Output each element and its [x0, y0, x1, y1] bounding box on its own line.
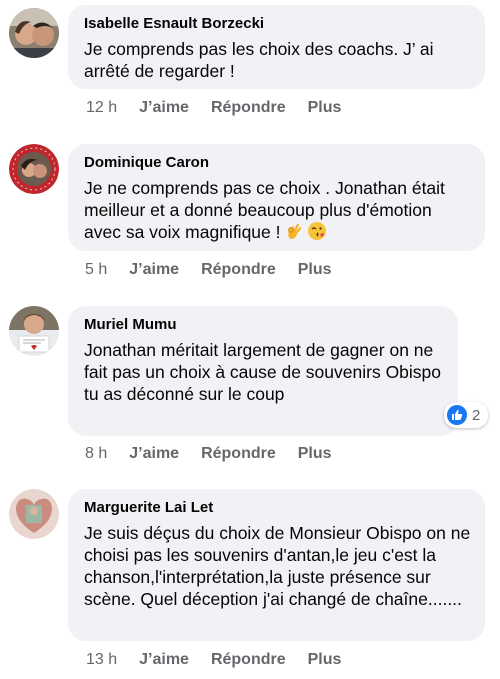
comment-text: Je suis déçus du choix de Monsieur Obisp…	[84, 523, 471, 609]
comment-text: Je ne comprends pas ce choix . Jonathan …	[84, 177, 471, 243]
more-button[interactable]: Plus	[308, 650, 342, 670]
avatar[interactable]	[9, 144, 59, 194]
avatar-photo	[9, 144, 59, 194]
author-name[interactable]: Marguerite Lai Let	[84, 499, 471, 517]
comment-actions: 8 h J’aime Répondre Plus	[85, 444, 332, 464]
comment-bubble: Marguerite Lai Let Je suis déçus du choi…	[68, 489, 485, 641]
reply-button[interactable]: Répondre	[201, 444, 276, 464]
ok-hand-icon	[287, 223, 301, 239]
author-name[interactable]: Muriel Mumu	[84, 316, 444, 334]
author-name[interactable]: Isabelle Esnault Borzecki	[84, 15, 471, 33]
kiss-face-icon	[307, 222, 326, 240]
like-reaction-icon	[447, 405, 467, 425]
reply-button[interactable]: Répondre	[211, 650, 286, 670]
like-button[interactable]: J’aime	[139, 98, 189, 118]
comment-time[interactable]: 5 h	[85, 260, 107, 280]
avatar-photo	[9, 489, 59, 539]
avatar[interactable]	[9, 306, 59, 356]
like-button[interactable]: J’aime	[129, 444, 179, 464]
comment-time[interactable]: 12 h	[86, 98, 117, 118]
like-button[interactable]: J’aime	[139, 650, 189, 670]
comment-bubble: Isabelle Esnault Borzecki Je comprends p…	[68, 5, 485, 89]
more-button[interactable]: Plus	[308, 98, 342, 118]
comment-actions: 13 h J’aime Répondre Plus	[86, 650, 341, 670]
reaction-summary[interactable]: 2	[444, 402, 488, 428]
author-name[interactable]: Dominique Caron	[84, 154, 471, 172]
comment-text: Je comprends pas les choix des coachs. J…	[84, 39, 434, 81]
comment-bubble: Dominique Caron Je ne comprends pas ce c…	[68, 144, 485, 251]
reaction-count: 2	[472, 406, 481, 424]
reply-button[interactable]: Répondre	[211, 98, 286, 118]
avatar[interactable]	[9, 489, 59, 539]
avatar-photo	[9, 306, 59, 356]
comment-time[interactable]: 13 h	[86, 650, 117, 670]
comment-text: Jonathan méritait largement de gagner on…	[84, 340, 442, 404]
comment-text-content: Je ne comprends pas ce choix . Jonathan …	[84, 178, 445, 242]
avatar-photo	[9, 8, 59, 58]
like-button[interactable]: J’aime	[129, 260, 179, 280]
reply-button[interactable]: Répondre	[201, 260, 276, 280]
more-button[interactable]: Plus	[298, 444, 332, 464]
avatar[interactable]	[9, 8, 59, 58]
comment-time[interactable]: 8 h	[85, 444, 107, 464]
comment-bubble: Muriel Mumu Jonathan méritait largement …	[68, 306, 458, 436]
comment-actions: 5 h J’aime Répondre Plus	[85, 260, 332, 280]
comment-actions: 12 h J’aime Répondre Plus	[86, 98, 341, 118]
more-button[interactable]: Plus	[298, 260, 332, 280]
